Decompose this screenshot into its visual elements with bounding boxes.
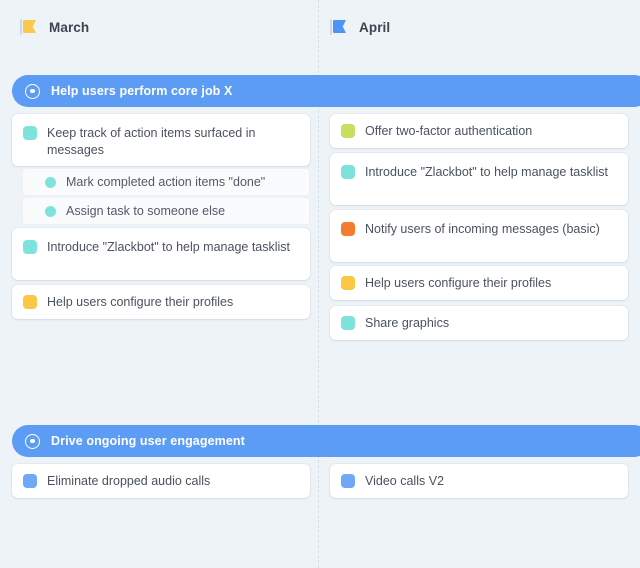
card[interactable]: Notify users of incoming messages (basic… xyxy=(330,210,628,262)
card-title: Notify users of incoming messages (basic… xyxy=(365,222,600,236)
roadmap-board: March April Help users perform core job … xyxy=(0,0,640,568)
card-title: Video calls V2 xyxy=(365,473,444,488)
column-header-april[interactable]: April xyxy=(330,19,390,35)
status-dot xyxy=(45,205,56,217)
color-swatch xyxy=(341,474,355,488)
card[interactable]: Offer two-factor authentication xyxy=(330,114,628,148)
section-title-1: Drive ongoing user engagement xyxy=(51,434,245,448)
card[interactable]: Share graphics xyxy=(330,306,628,340)
card[interactable]: Introduce "Zlackbot" to help manage task… xyxy=(12,228,310,280)
card[interactable]: Video calls V2 xyxy=(330,464,628,498)
section-header-1[interactable]: Drive ongoing user engagement xyxy=(12,425,640,457)
color-swatch xyxy=(341,165,355,179)
card-title: Help users configure their profiles xyxy=(47,294,234,309)
card-title: Introduce "Zlackbot" to help manage task… xyxy=(365,165,609,179)
bullseye-icon xyxy=(25,83,40,99)
flag-icon xyxy=(20,19,38,35)
status-dot xyxy=(45,176,56,188)
column-label-april: April xyxy=(359,19,391,35)
sub-item-label: Mark completed action items "done" xyxy=(66,175,266,189)
color-swatch xyxy=(23,126,37,140)
month-header-row: March April xyxy=(0,0,640,62)
color-swatch xyxy=(341,316,355,330)
color-swatch xyxy=(341,124,355,138)
flag-icon xyxy=(330,19,348,35)
section-header-0[interactable]: Help users perform core job X xyxy=(12,75,640,107)
card-title: Offer two-factor authentication xyxy=(365,123,533,138)
color-swatch xyxy=(341,276,355,290)
bullseye-icon xyxy=(25,433,40,449)
card[interactable]: Help users configure their profiles xyxy=(330,266,628,300)
color-swatch xyxy=(341,222,355,236)
card[interactable]: Eliminate dropped audio calls xyxy=(12,464,310,498)
card[interactable]: Keep track of action items surfaced in m… xyxy=(12,114,310,166)
sub-item[interactable]: Assign task to someone else xyxy=(22,197,310,225)
card-title: Keep track of action items surfaced in m… xyxy=(47,126,256,157)
card[interactable]: Help users configure their profiles xyxy=(12,285,310,319)
column-label-march: March xyxy=(49,19,90,35)
card-title: Share graphics xyxy=(365,315,450,330)
color-swatch xyxy=(23,474,37,488)
card-title: Help users configure their profiles xyxy=(365,275,552,290)
color-swatch xyxy=(23,295,37,309)
column-header-march[interactable]: March xyxy=(20,19,89,35)
card-title: Eliminate dropped audio calls xyxy=(47,473,211,488)
color-swatch xyxy=(23,240,37,254)
sub-item-label: Assign task to someone else xyxy=(66,204,226,218)
sub-item[interactable]: Mark completed action items "done" xyxy=(22,168,310,196)
card[interactable]: Introduce "Zlackbot" to help manage task… xyxy=(330,153,628,205)
section-title-0: Help users perform core job X xyxy=(51,84,233,98)
card-title: Introduce "Zlackbot" to help manage task… xyxy=(47,240,291,254)
